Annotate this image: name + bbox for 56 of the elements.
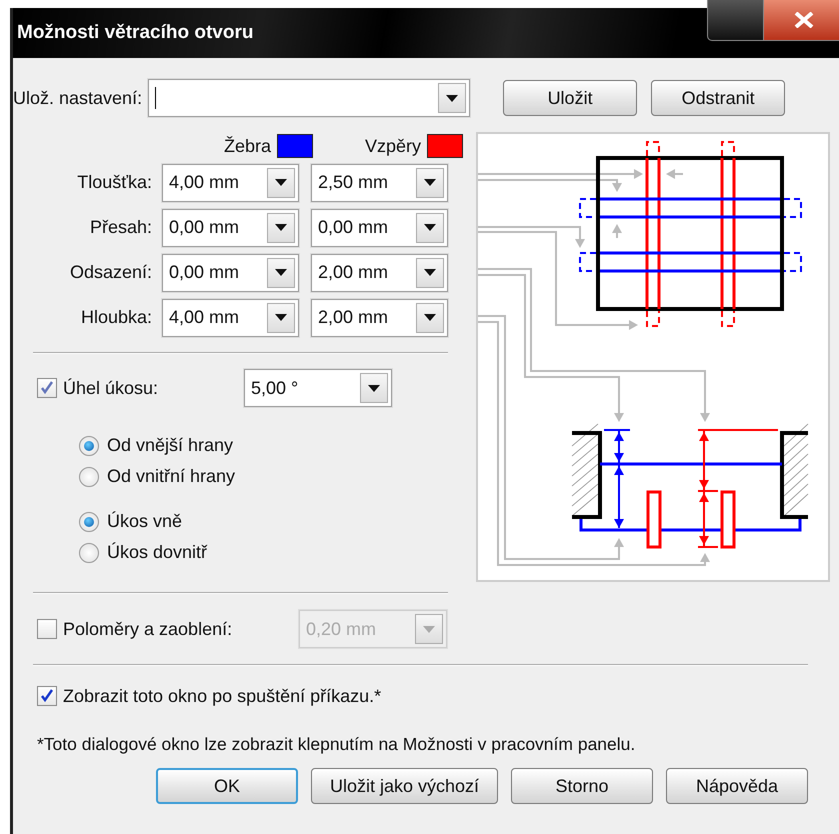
caret-icon [424, 314, 436, 321]
radio-label: Úkos dovnitř [107, 542, 208, 563]
radio-button[interactable] [79, 512, 99, 532]
close-icon [792, 12, 814, 28]
value-combo-box[interactable]: 0,00 mm [162, 208, 299, 246]
radio-button[interactable] [79, 542, 99, 562]
caret-icon [423, 626, 435, 632]
remove-button[interactable]: Odstranit [651, 80, 786, 116]
close-button[interactable] [763, 0, 839, 41]
checkbox-label: Úhel úkosu: [63, 378, 160, 398]
checkbox-label: Zobrazit toto okno po spuštění příkazu.* [63, 686, 382, 706]
column-header: Žebra [224, 136, 271, 156]
caret-icon [446, 94, 458, 102]
footnote-text: *Toto dialogové okno lze zobrazit klepnutím na Možnosti v pracovním panelu. [36, 732, 636, 756]
value-combo-box[interactable]: 4,00 mm [162, 298, 299, 336]
radio-label: Od vnitřní hrany [107, 466, 236, 487]
minimize-button[interactable] [707, 0, 765, 41]
dialog-button[interactable]: Uložit jako výchozí [311, 768, 498, 804]
radio-label: Úkos vně [107, 511, 182, 532]
angle-combo-box[interactable]: 5,00 ° [244, 369, 392, 407]
radio-button[interactable] [79, 436, 99, 456]
value-combo-box[interactable]: 4,00 mm [162, 164, 299, 202]
caret-icon [275, 314, 287, 321]
caret-icon [424, 269, 436, 276]
save-button[interactable]: Uložit [503, 80, 638, 116]
caret-icon [424, 179, 436, 186]
field-label: Tloušťka: [76, 172, 152, 193]
value-combo-box[interactable]: 2,00 mm [311, 298, 448, 336]
caret-icon [275, 179, 287, 186]
window-title: Možnosti větracího otvoru [17, 22, 254, 44]
caret-icon [275, 269, 287, 276]
value-combo-box[interactable]: 2,50 mm [311, 164, 448, 202]
settings-combo-box[interactable] [148, 79, 470, 117]
caret-icon [368, 384, 380, 392]
column-header: Vzpěry [364, 136, 421, 156]
caret-icon [424, 224, 436, 231]
dialog-button[interactable]: Nápověda [666, 768, 808, 804]
value-combo-box[interactable]: 2,00 mm [311, 254, 448, 292]
value-combo-box[interactable]: 0,00 mm [162, 254, 299, 292]
color-swatch[interactable] [277, 134, 313, 158]
color-swatch[interactable] [427, 134, 463, 158]
checkbox[interactable] [37, 378, 57, 398]
radio-button[interactable] [79, 466, 99, 486]
value-combo-box[interactable]: 0,00 mm [311, 208, 448, 246]
checkbox-label: Poloměry a zaoblení: [63, 618, 234, 640]
field-label: Hloubka: [80, 307, 152, 328]
dialog-button[interactable]: Storno [511, 768, 653, 804]
check-icon [40, 381, 54, 395]
field-label: Ulož. nastavení: [13, 88, 142, 108]
caret-icon [275, 224, 287, 231]
radio-label: Od vnější hrany [107, 435, 234, 456]
check-icon [40, 689, 54, 703]
field-label: Odsazení: [68, 262, 152, 283]
checkbox[interactable] [37, 686, 57, 706]
dialog-button[interactable]: OK [156, 768, 298, 804]
field-label: Přesah: [88, 217, 152, 238]
